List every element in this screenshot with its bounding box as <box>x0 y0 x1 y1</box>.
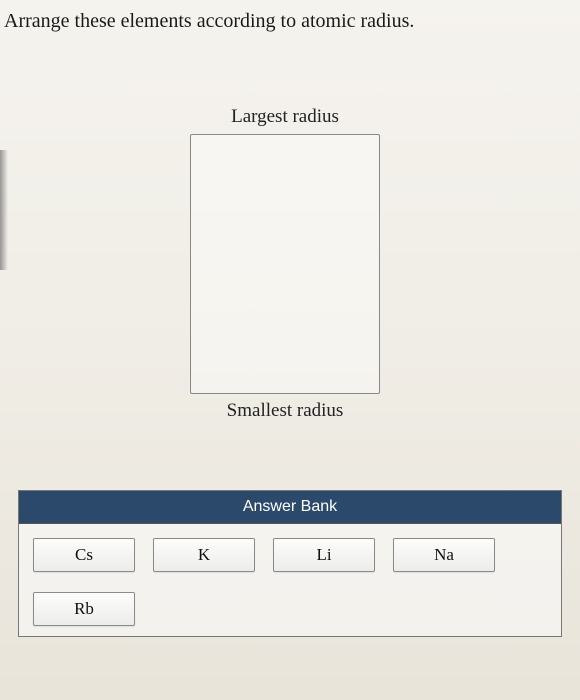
arrange-area: Largest radius Smallest radius <box>180 100 390 428</box>
element-tile-li[interactable]: Li <box>273 538 375 572</box>
ordering-drop-zone[interactable] <box>190 134 380 394</box>
element-tile-na[interactable]: Na <box>393 538 495 572</box>
question-prompt: Arrange these elements according to atom… <box>0 0 580 33</box>
page-shadow-edge <box>0 150 8 270</box>
answer-bank: Answer Bank Cs K Li Na Rb <box>18 490 562 637</box>
element-tile-k[interactable]: K <box>153 538 255 572</box>
largest-radius-label: Largest radius <box>180 106 390 128</box>
smallest-radius-label: Smallest radius <box>180 400 390 422</box>
element-tile-rb[interactable]: Rb <box>33 592 135 626</box>
answer-bank-header: Answer Bank <box>19 491 561 524</box>
answer-bank-body: Cs K Li Na Rb <box>19 524 561 636</box>
element-tile-cs[interactable]: Cs <box>33 538 135 572</box>
